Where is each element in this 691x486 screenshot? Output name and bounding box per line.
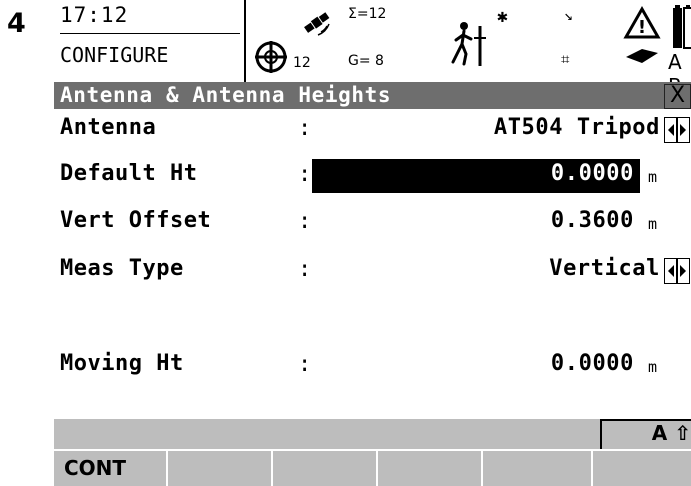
moving-ht-label: Moving Ht <box>60 351 184 376</box>
sigma-count: Σ=12 <box>348 6 387 22</box>
position-crosshair-icon <box>255 41 287 73</box>
meas-type-value[interactable]: Vertical <box>549 256 660 281</box>
vert-offset-value[interactable]: 0.3600 <box>551 208 634 233</box>
moving-ht-unit: m <box>648 358 658 376</box>
svg-text:!: ! <box>638 17 646 38</box>
input-mode-box: A ⇧ <box>600 419 691 449</box>
clock-time: 17:12 <box>60 3 129 27</box>
satellites-tracked: 12 <box>293 55 311 71</box>
close-button[interactable]: X <box>664 84 691 109</box>
field-colon: : <box>298 162 312 187</box>
field-colon: : <box>298 352 312 377</box>
moving-ht-value: 0.0000 <box>550 351 634 376</box>
device-screen: 17:12 CONFIGURE 12 Σ=12 G= 8 ✱ ↘ ⌗ ! A A… <box>54 0 691 486</box>
meas-type-label: Meas Type <box>60 256 184 281</box>
gps-count: G= 8 <box>348 53 384 69</box>
field-row-antenna: Antenna : AT504 Tripod <box>54 113 691 149</box>
battery-icon <box>673 5 691 49</box>
softkey-f4[interactable] <box>376 451 481 486</box>
antenna-value[interactable]: AT504 Tripod <box>494 115 660 140</box>
softkey-f1-cont[interactable]: CONT <box>54 451 166 486</box>
caps-indicator: A ⇧ <box>651 421 691 445</box>
field-colon: : <box>298 209 312 234</box>
vert-offset-label: Vert Offset <box>60 208 212 233</box>
softkey-f2[interactable] <box>166 451 271 486</box>
softkey-f5[interactable] <box>481 451 591 486</box>
step-number: 4 <box>7 8 26 39</box>
field-row-default-ht: Default Ht : 0.0000 m <box>54 159 691 195</box>
field-row-moving-ht: Moving Ht : 0.0000 m <box>54 349 691 385</box>
softkey-label: CONT <box>64 456 127 480</box>
field-row-vert-offset: Vert Offset : 0.3600 m <box>54 206 691 242</box>
default-ht-label: Default Ht <box>60 161 198 186</box>
vert-offset-unit: m <box>648 215 658 233</box>
softkey-f3[interactable] <box>271 451 376 486</box>
radio-link-icon: ⌗ <box>561 50 570 68</box>
meas-type-list-spinner-icon[interactable] <box>664 258 690 284</box>
page-title: Antenna & Antenna Heights <box>60 83 392 107</box>
bluetooth-icon: ✱ <box>497 6 508 27</box>
antenna-list-spinner-icon[interactable] <box>664 117 690 143</box>
default-ht-input[interactable]: 0.0000 <box>312 159 640 193</box>
moving-person-icon <box>451 22 486 66</box>
default-ht-value: 0.0000 <box>550 161 634 186</box>
title-bar: Antenna & Antenna Heights X <box>54 82 691 109</box>
current-mode: CONFIGURE <box>60 43 169 67</box>
status-bar: 17:12 CONFIGURE 12 Σ=12 G= 8 ✱ ↘ ⌗ ! A <box>54 0 691 98</box>
antenna-label: Antenna <box>60 115 157 140</box>
info-strip: A ⇧ <box>54 419 691 449</box>
field-colon: : <box>298 116 312 141</box>
softkey-bar: CONT <box>54 451 691 486</box>
warning-storage-icon: ! <box>623 5 661 63</box>
radio-signal-icon: ↘ <box>564 6 574 24</box>
field-colon: : <box>298 257 312 282</box>
softkey-f6[interactable] <box>591 451 691 486</box>
status-divider <box>60 33 240 34</box>
default-ht-unit: m <box>648 168 658 186</box>
satellite-icon <box>304 12 330 36</box>
field-row-meas-type: Meas Type : Vertical <box>54 254 691 290</box>
